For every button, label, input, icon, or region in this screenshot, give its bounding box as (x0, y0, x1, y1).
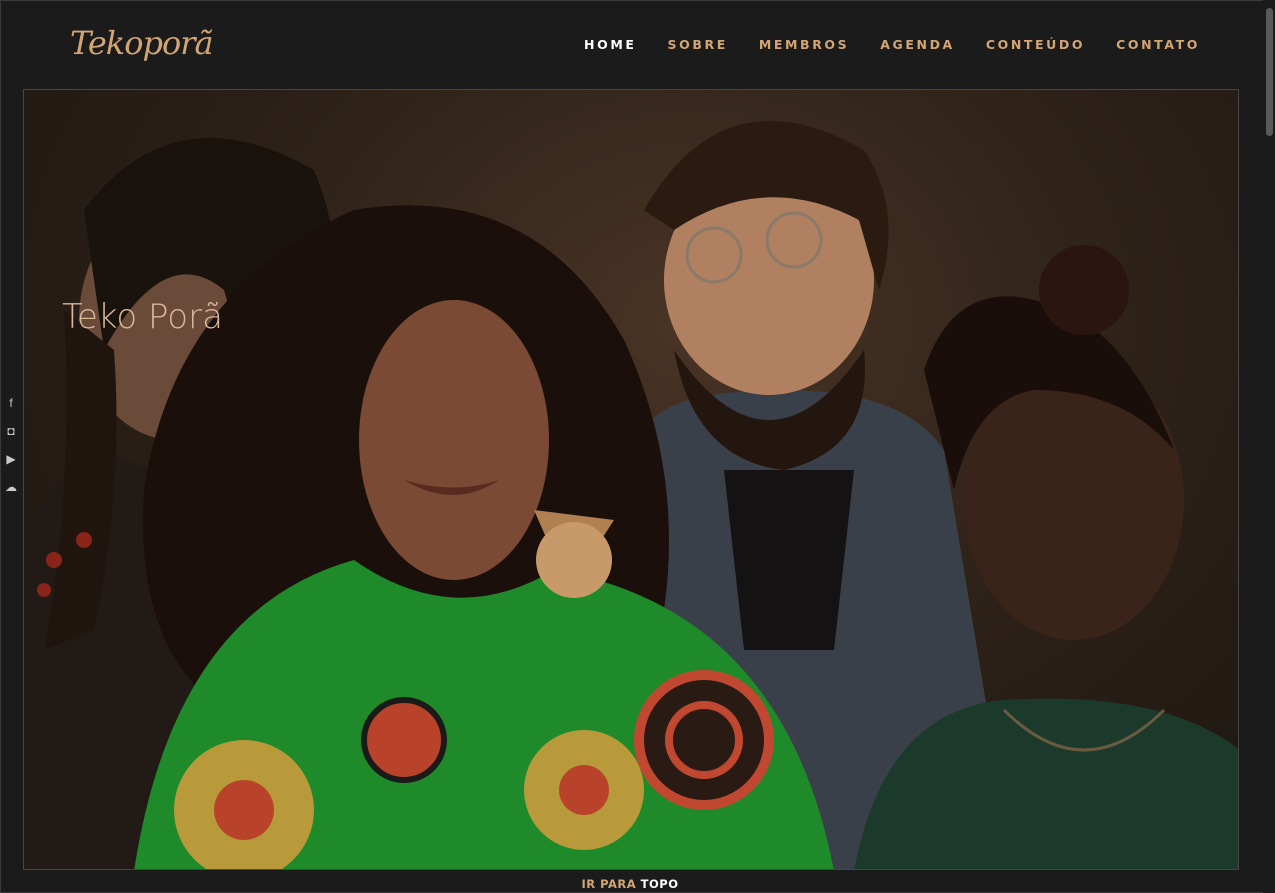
band-photo (24, 120, 1238, 869)
nav-membros[interactable]: MEMBROS (759, 37, 849, 52)
site-header: Tekoporã HOME SOBRE MEMBROS AGENDA CONTE… (0, 0, 1275, 88)
nav-conteudo[interactable]: CONTEÚDO (986, 37, 1085, 52)
nav-home[interactable]: HOME (584, 37, 636, 52)
hero-title: Teko Porã (62, 297, 223, 337)
nav-contato[interactable]: CONTATO (1116, 37, 1200, 52)
scrollbar-thumb[interactable] (1266, 8, 1273, 136)
main-nav: HOME SOBRE MEMBROS AGENDA CONTEÚDO CONTA… (584, 37, 1200, 52)
back-to-top-prefix: IR PARA (581, 877, 637, 891)
instagram-icon[interactable]: ◘ (4, 424, 18, 441)
scrollbar[interactable] (1263, 0, 1275, 893)
nav-agenda[interactable]: AGENDA (880, 37, 955, 52)
youtube-icon[interactable]: ▶ (4, 452, 18, 469)
site-logo[interactable]: Tekoporã (70, 24, 214, 62)
social-bar: f ◘ ▶ ☁ (4, 396, 18, 497)
back-to-top-link[interactable]: IR PARA TOPO (0, 877, 1260, 891)
nav-sobre[interactable]: SOBRE (668, 37, 728, 52)
hero-banner: Teko Porã (23, 89, 1239, 870)
facebook-icon[interactable]: f (4, 396, 18, 413)
soundcloud-icon[interactable]: ☁ (4, 480, 18, 497)
back-to-top-label: TOPO (640, 877, 679, 891)
